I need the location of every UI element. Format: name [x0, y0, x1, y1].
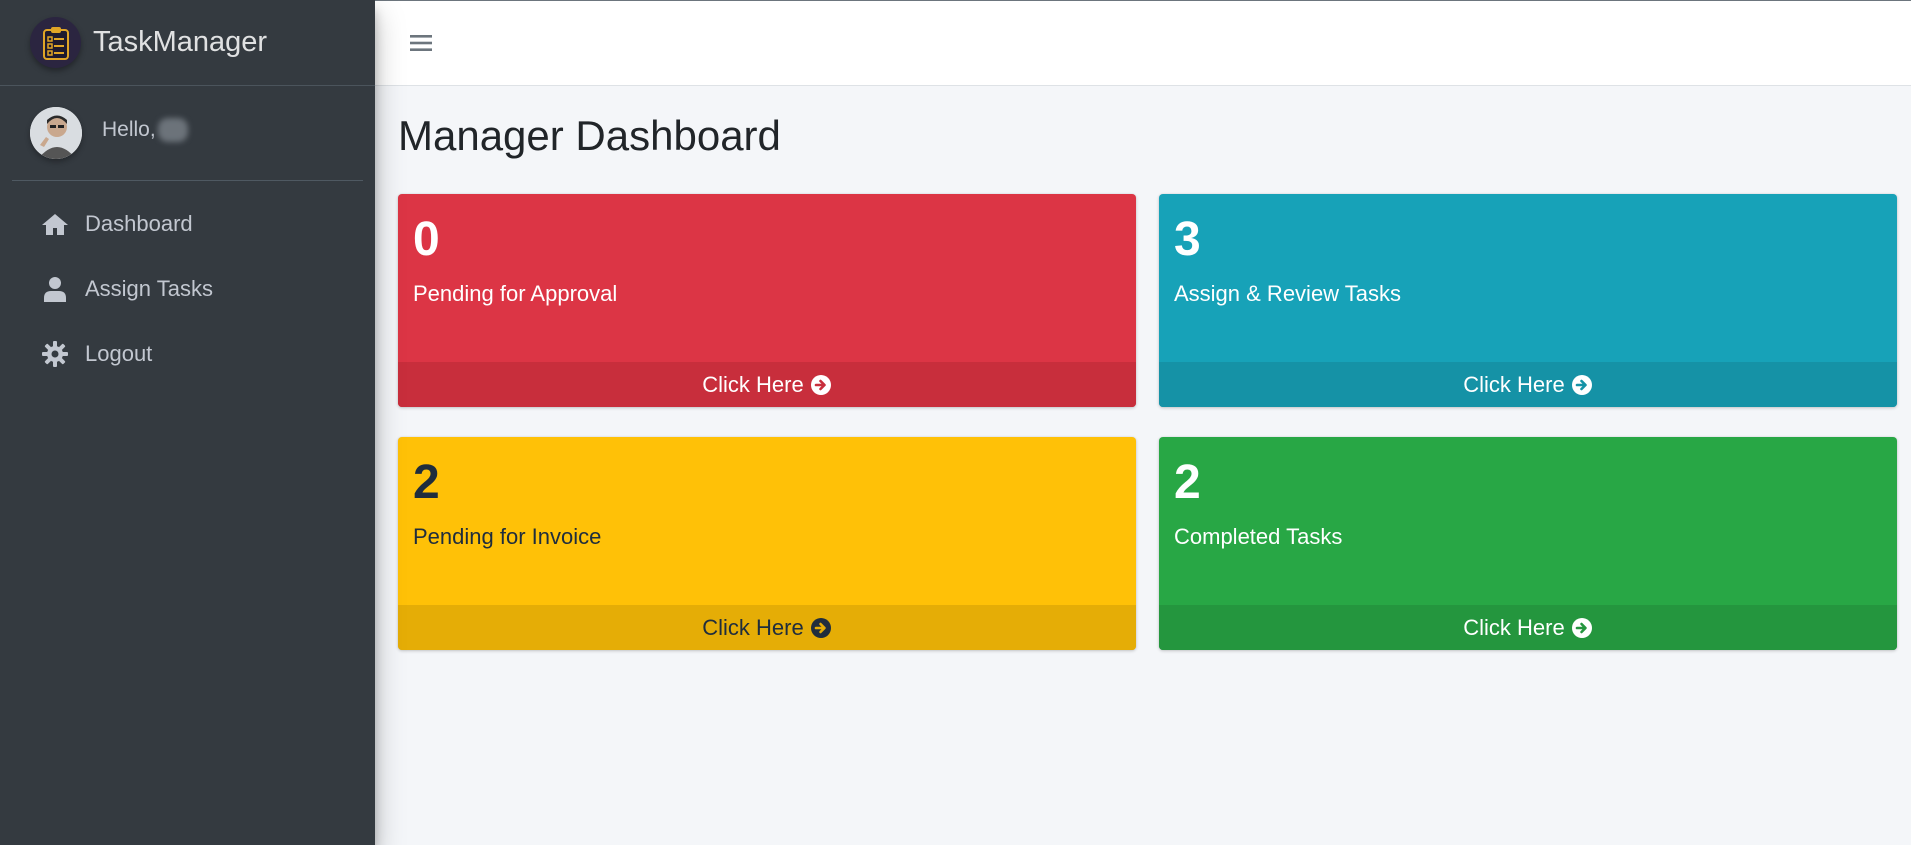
small-box-footer-link[interactable]: Click Here: [1159, 362, 1897, 407]
user-name-blurred: [157, 118, 188, 143]
small-box-label: Pending for Invoice: [413, 523, 602, 549]
small-box-footer-link[interactable]: Click Here: [1159, 605, 1897, 650]
sidebar-item-dashboard[interactable]: Dashboard: [0, 191, 375, 256]
small-box-inner: 0 Pending for Approval: [398, 194, 1136, 362]
user-greeting-text: Hello,: [102, 117, 156, 141]
avatar[interactable]: [30, 107, 82, 159]
user-icon: [40, 274, 70, 304]
footer-label: Click Here: [702, 614, 804, 640]
small-box-assign-review: 3 Assign & Review Tasks Click Here: [1159, 194, 1897, 407]
small-box-pending-approval: 0 Pending for Approval Click Here: [398, 194, 1136, 407]
app: TaskManager Hello, Dashboard Assign Task…: [0, 0, 1911, 845]
footer-label: Click Here: [1463, 371, 1565, 397]
small-box-inner: 2 Completed Tasks: [1159, 437, 1897, 605]
small-box-inner: 2 Pending for Invoice: [398, 437, 1136, 605]
sidebar-item-label: Assign Tasks: [85, 275, 213, 301]
top-navbar: [375, 0, 1911, 86]
sidebar: TaskManager Hello, Dashboard Assign Task…: [0, 0, 375, 845]
sidebar-nav: Dashboard Assign Tasks Logout: [0, 181, 375, 386]
footer-label: Click Here: [1463, 614, 1565, 640]
stats-grid: 0 Pending for Approval Click Here 3 Assi…: [398, 194, 1897, 650]
small-box-count: 2: [413, 456, 440, 509]
small-box-count: 0: [413, 213, 440, 266]
small-box-label: Pending for Approval: [413, 280, 618, 306]
small-box-label: Completed Tasks: [1174, 523, 1343, 549]
sidebar-item-label: Dashboard: [85, 210, 193, 236]
small-box-footer-link[interactable]: Click Here: [398, 605, 1136, 650]
clipboard-logo-icon: [30, 17, 81, 68]
user-panel: Hello,: [12, 86, 363, 181]
menu-toggle-icon[interactable]: [409, 31, 433, 55]
arrow-circle-right-icon: [810, 617, 832, 639]
small-box-count: 3: [1174, 213, 1201, 266]
sidebar-item-assign-tasks[interactable]: Assign Tasks: [0, 256, 375, 321]
page-title: Manager Dashboard: [398, 112, 781, 159]
user-greeting: Hello,: [102, 117, 188, 143]
small-box-label: Assign & Review Tasks: [1174, 280, 1402, 306]
home-icon: [40, 209, 70, 239]
sidebar-item-label: Logout: [85, 340, 153, 366]
gear-icon: [40, 339, 70, 369]
small-box-pending-invoice: 2 Pending for Invoice Click Here: [398, 437, 1136, 650]
small-box-count: 2: [1174, 456, 1201, 509]
small-box-completed: 2 Completed Tasks Click Here: [1159, 437, 1897, 650]
brand-name: TaskManager: [93, 26, 268, 58]
content: Manager Dashboard 0 Pending for Approval…: [375, 86, 1911, 650]
small-box-inner: 3 Assign & Review Tasks: [1159, 194, 1897, 362]
arrow-circle-right-icon: [1571, 374, 1593, 396]
main-area: Manager Dashboard 0 Pending for Approval…: [375, 0, 1911, 845]
arrow-circle-right-icon: [810, 374, 832, 396]
arrow-circle-right-icon: [1571, 617, 1593, 639]
footer-label: Click Here: [702, 371, 804, 397]
small-box-footer-link[interactable]: Click Here: [398, 362, 1136, 407]
sidebar-item-logout[interactable]: Logout: [0, 321, 375, 386]
brand-link[interactable]: TaskManager: [0, 0, 375, 86]
